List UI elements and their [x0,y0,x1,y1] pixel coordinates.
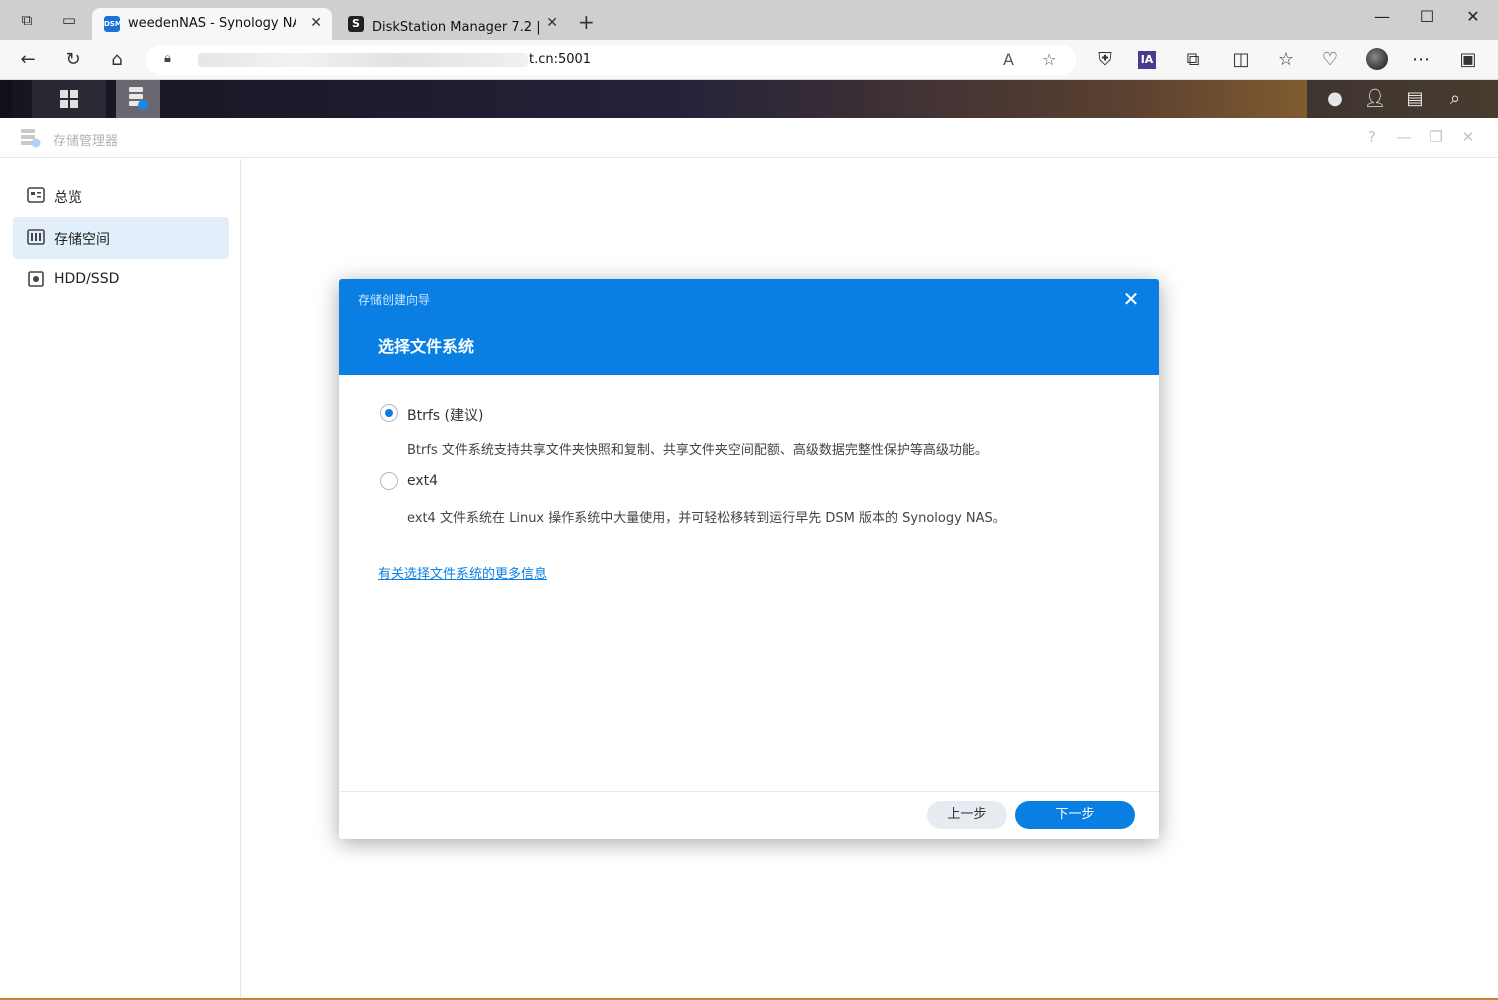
widgets-icon[interactable]: ▤ [1403,88,1427,109]
sidebar-item-label: 存储空间 [54,232,110,248]
storage-manager-taskbar-button[interactable] [116,80,160,118]
url-text: t.cn:5001 [529,52,592,67]
grid-icon [60,90,78,108]
app-close-button[interactable]: ✕ [1460,128,1476,146]
new-tab-button[interactable]: + [578,10,595,34]
tab-actions-icon[interactable]: ▭ [60,11,78,29]
next-button[interactable]: 下一步 [1015,801,1135,829]
favorites-icon[interactable]: ☆ [1275,49,1297,71]
address-bar[interactable]: 🔒︎ t.cn:5001 A ☆ [146,45,1076,75]
tab-close-icon[interactable]: ✕ [546,15,558,31]
window-minimize-button[interactable]: — [1370,7,1394,26]
refresh-icon[interactable]: ↻ [62,49,84,71]
sidebar-item-storage[interactable]: 存储空间 [13,217,229,259]
wizard-close-button[interactable]: ✕ [1121,287,1141,311]
app-minimize-button[interactable]: — [1396,128,1412,146]
search-icon[interactable]: ⌕ [1443,88,1467,109]
window-maximize-button[interactable]: ☐ [1415,7,1439,26]
favorite-star-icon[interactable]: ☆ [1042,50,1056,69]
tab-synology-nas[interactable]: DSM weedenNAS - Synology NAS ✕ [92,8,332,40]
wizard-title: 选择文件系统 [378,337,475,356]
browser-toolbar: ← ↻ ⌂ 🔒︎ t.cn:5001 A ☆ ⛨ IA ⧉ ◫ ☆ ♡ ⋯ ▣ [0,40,1498,80]
overview-icon [27,187,45,203]
sidebar-item-label: HDD/SSD [54,271,120,287]
previous-button[interactable]: 上一步 [927,801,1007,829]
ia-extension-icon[interactable]: IA [1138,51,1156,69]
storage-manager-icon [129,87,148,110]
wizard-header: 存储创建向导 选择文件系统 ✕ [339,279,1159,375]
profile-avatar[interactable] [1366,48,1388,70]
disk-icon [28,271,44,287]
lock-icon[interactable]: 🔒︎ [164,51,171,66]
workspaces-icon[interactable]: ⧉ [18,11,36,29]
chat-icon[interactable]: ● [1323,88,1347,109]
sidebar: 总览 存储空间 HDD/SSD [0,159,241,998]
browser-essentials-icon[interactable]: ♡ [1319,49,1341,71]
ext4-radio[interactable] [380,472,398,490]
more-info-link[interactable]: 有关选择文件系统的更多信息 [378,563,547,582]
app-titlebar: 存储管理器 ? — ❐ ✕ [0,118,1498,158]
tab-title: weedenNAS - Synology NAS [128,16,296,31]
sidebar-item-hdd-ssd[interactable]: HDD/SSD [13,259,229,301]
taskbar-edge [0,80,12,118]
storage-manager-logo-icon [21,129,41,148]
more-menu-icon[interactable]: ⋯ [1410,49,1432,71]
tab-close-icon[interactable]: ✕ [310,15,322,31]
main-menu-button[interactable] [32,80,106,118]
back-icon[interactable]: ← [17,49,39,71]
redacted-url-part [198,53,528,67]
window-close-button[interactable]: ✕ [1461,7,1485,26]
user-icon[interactable]: 👤︎ [1363,88,1387,109]
btrfs-description: Btrfs 文件系统支持共享文件夹快照和复制、共享文件夹空间配额、高级数据完整性… [407,443,988,458]
dsm-taskbar-right: ● 👤︎ ▤ ⌕ [1307,80,1498,118]
app-help-button[interactable]: ? [1364,128,1380,146]
btrfs-radio[interactable] [380,404,398,422]
extensions-puzzle-icon[interactable]: ⧉ [1182,49,1204,71]
storage-pool-icon [27,229,45,245]
synology-favicon-icon: S [348,16,364,32]
ext4-description: ext4 文件系统在 Linux 操作系统中大量使用，并可轻松移转到运行早先 D… [407,511,1006,526]
btrfs-label[interactable]: Btrfs (建议) [407,405,483,425]
storage-wizard-dialog: 存储创建向导 选择文件系统 ✕ Btrfs (建议) Btrfs 文件系统支持共… [339,279,1159,839]
sidebar-item-label: 总览 [54,190,82,206]
dsm-taskbar: ● 👤︎ ▤ ⌕ [0,80,1498,118]
split-screen-icon[interactable]: ◫ [1230,49,1252,71]
app-restore-button[interactable]: ❐ [1428,128,1444,146]
browser-tab-strip: ⧉ ▭ DSM weedenNAS - Synology NAS ✕ S Dis… [0,0,1498,40]
app-title: 存储管理器 [53,134,119,149]
tab-title: DiskStation Manager 7.2 | 群晖科 [372,20,540,35]
sidebar-toggle-icon[interactable]: ▣ [1457,49,1479,71]
tab-diskstation-manager[interactable]: S DiskStation Manager 7.2 | 群晖科 ✕ [336,8,568,40]
wizard-footer: 上一步 下一步 [339,791,1159,839]
wizard-subtitle: 存储创建向导 [358,293,431,307]
ext4-label[interactable]: ext4 [407,473,438,489]
read-aloud-icon[interactable]: A [1003,50,1014,69]
home-icon[interactable]: ⌂ [106,49,128,71]
dsm-favicon-icon: DSM [104,16,122,32]
extension-shield-icon[interactable]: ⛨ [1094,49,1116,71]
sidebar-item-overview[interactable]: 总览 [13,175,229,217]
